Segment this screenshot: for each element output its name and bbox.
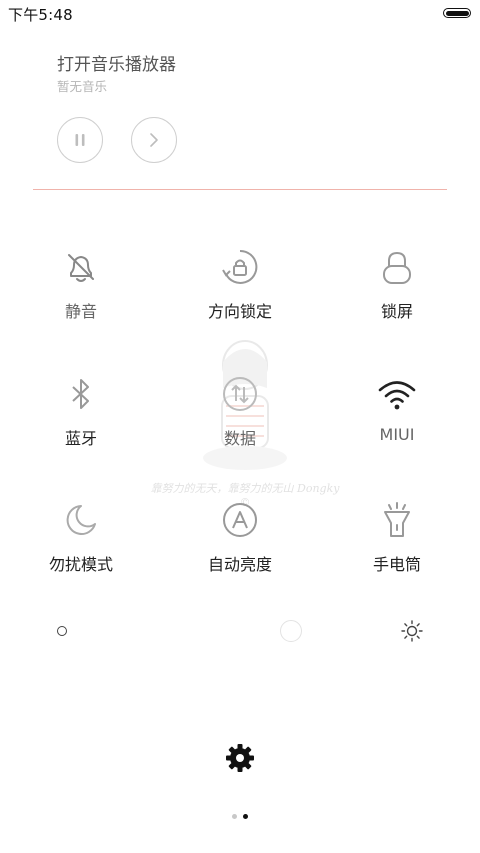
toggle-label: 手电筒	[372, 555, 421, 574]
page-indicator	[229, 812, 251, 820]
toggle-mute[interactable]: 静音	[11, 247, 151, 347]
toggle-wifi[interactable]: MIUI	[327, 374, 467, 474]
toggle-label: MIUI	[379, 425, 415, 444]
page-dot-active	[243, 813, 248, 819]
auto-brightness-icon	[220, 500, 260, 540]
toggle-label: 方向锁定	[207, 302, 272, 321]
settings-gear-icon[interactable]	[224, 742, 256, 774]
bluetooth-icon	[61, 374, 101, 414]
brightness-high-icon	[401, 620, 423, 642]
chevron-right-icon	[150, 133, 158, 147]
toggle-mobile-data[interactable]: 数据	[170, 374, 310, 474]
pause-icon	[75, 134, 85, 146]
toggle-label: 自动亮度	[207, 555, 272, 574]
status-time: 下午5:48	[8, 6, 73, 24]
toggle-label: 静音	[64, 302, 97, 321]
battery-icon	[443, 8, 471, 18]
page-dot	[232, 813, 237, 819]
music-player-title[interactable]: 打开音乐播放器	[57, 50, 176, 75]
toggle-label: 数据	[223, 429, 256, 448]
toggle-flashlight[interactable]: 手电筒	[327, 500, 467, 600]
toggle-bluetooth[interactable]: 蓝牙	[11, 374, 151, 474]
pause-button[interactable]	[57, 117, 103, 163]
toggle-label: 蓝牙	[64, 429, 97, 448]
wifi-icon	[377, 374, 417, 414]
brightness-slider[interactable]	[0, 612, 480, 652]
toggle-rotation-lock[interactable]: 方向锁定	[170, 247, 310, 347]
toggle-do-not-disturb[interactable]: 勿扰模式	[11, 500, 151, 600]
music-divider	[33, 189, 447, 190]
bell-off-icon	[61, 247, 101, 287]
moon-icon	[61, 500, 101, 540]
lock-icon	[377, 247, 417, 287]
music-track-info: 暂无音乐	[57, 79, 108, 94]
toggle-auto-brightness[interactable]: 自动亮度	[170, 500, 310, 600]
rotation-lock-icon	[220, 247, 260, 287]
battery-fill	[445, 10, 469, 16]
toggle-lock-screen[interactable]: 锁屏	[327, 247, 467, 347]
flashlight-icon	[377, 500, 417, 540]
next-button[interactable]	[131, 117, 177, 163]
brightness-low-icon	[57, 626, 67, 636]
mobile-data-icon	[220, 374, 260, 414]
toggle-label: 锁屏	[380, 302, 413, 321]
status-bar: 下午5:48	[0, 0, 480, 28]
toggle-label: 勿扰模式	[48, 555, 113, 574]
brightness-slider-thumb[interactable]	[280, 620, 302, 642]
